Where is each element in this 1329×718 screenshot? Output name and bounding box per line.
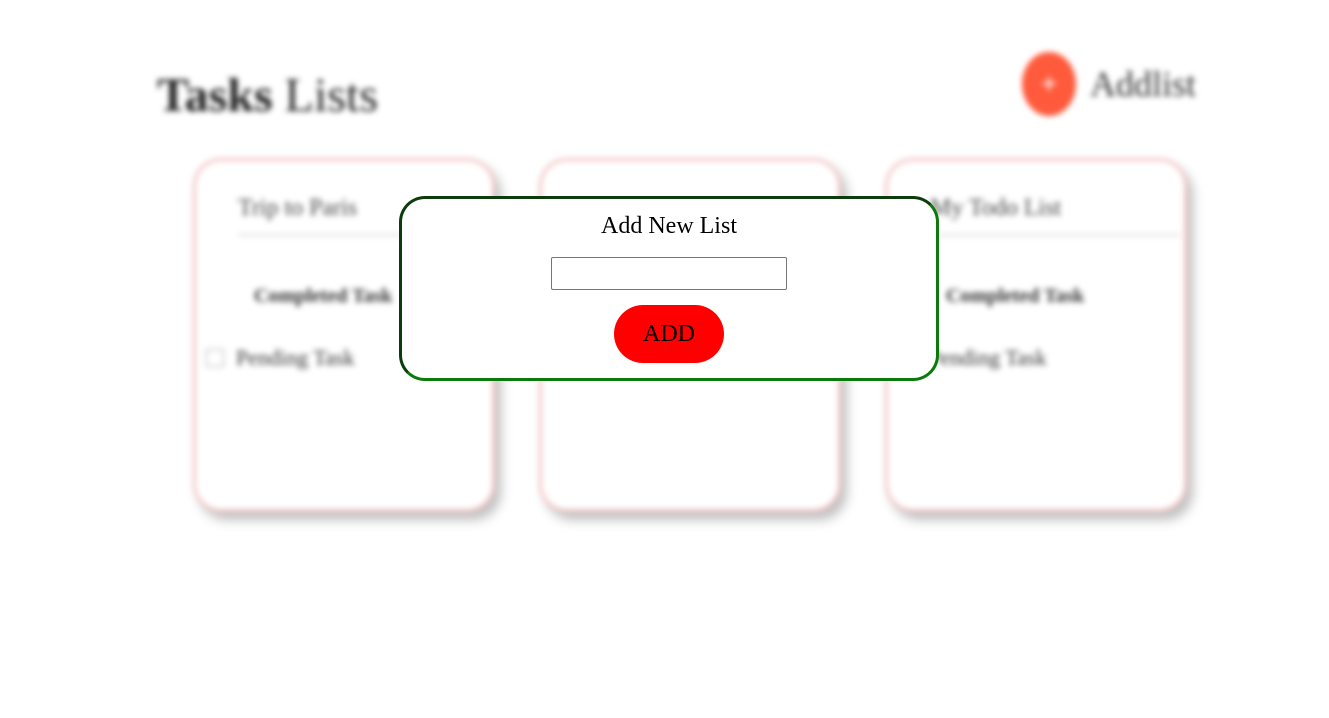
plus-icon: + [1040, 68, 1058, 99]
pending-task-label: Pending Task [236, 345, 355, 370]
add-circle-icon[interactable]: + [1022, 52, 1076, 116]
add-list-modal: Add New List ADD [399, 196, 939, 381]
add-list-launcher[interactable]: + Addlist [1022, 52, 1196, 116]
new-list-name-input[interactable] [551, 257, 787, 290]
completed-task-heading: Completed Task [946, 285, 1085, 307]
card-title[interactable]: My Todo List [930, 195, 1180, 236]
add-button[interactable]: ADD [614, 305, 724, 363]
pending-task-label: Pending Task [928, 345, 1047, 370]
task-checkbox[interactable] [206, 349, 224, 367]
page-title-rest: Lists [272, 69, 379, 122]
pending-task-item[interactable]: Pending Task [206, 345, 354, 371]
completed-task-heading: Completed Task [254, 285, 393, 307]
app-root: Tasks Lists + Addlist Trip to Paris Comp… [0, 0, 1329, 718]
modal-title: Add New List [601, 213, 737, 239]
add-list-label[interactable]: Addlist [1090, 63, 1196, 105]
page-title: Tasks Lists [157, 66, 378, 126]
page-title-bold: Tasks [157, 69, 273, 122]
